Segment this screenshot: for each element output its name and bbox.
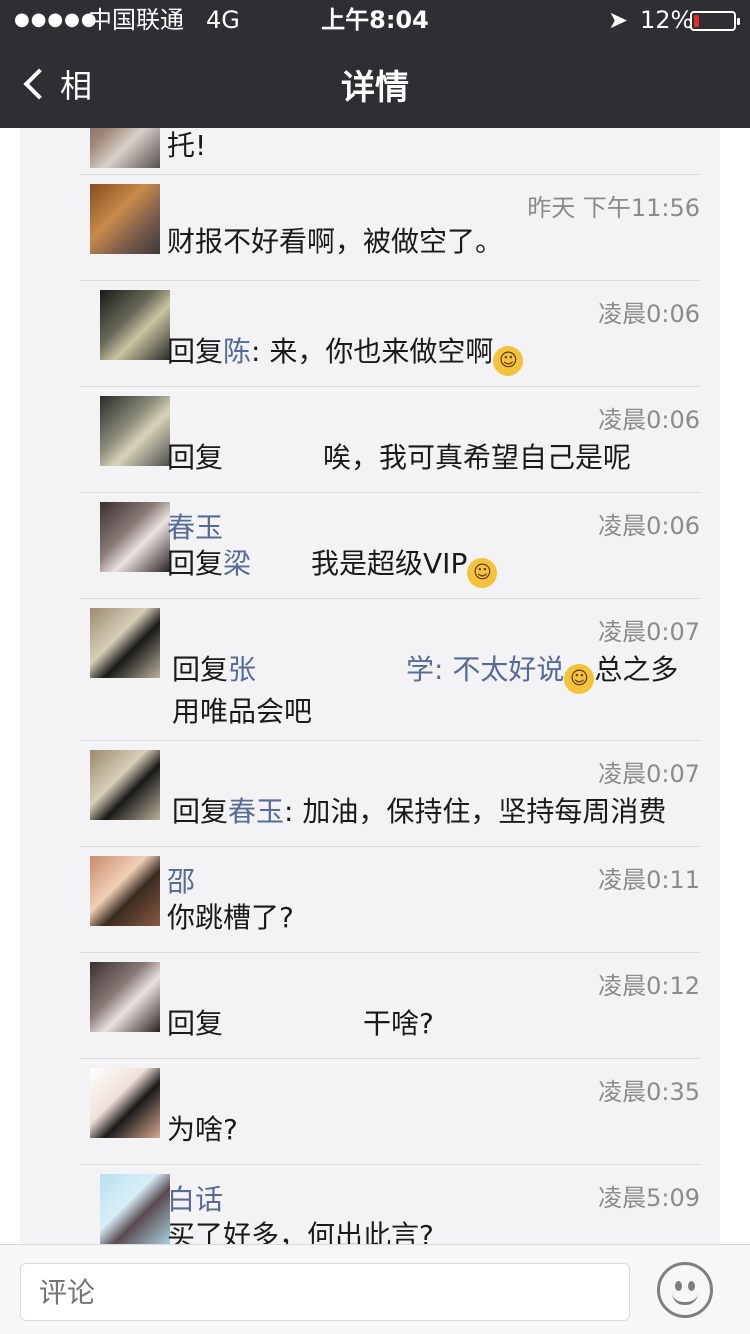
commenter-name[interactable]: 春玉 (167, 506, 223, 546)
avatar[interactable] (100, 1174, 170, 1244)
comment-item[interactable]: 昨天 下午11:56 财报不好看啊，被做空了。 (20, 174, 720, 280)
reply-body: : 加油，保持住，坚持每周消费 (284, 795, 667, 828)
reply-body: 我是超级VIP (311, 547, 468, 580)
battery-percent: 12% (640, 6, 694, 34)
reply-target[interactable]: 春玉 (228, 795, 284, 828)
comment-text: 回复张 学: 不太好说 ☺ 总之多用唯品会吧 (172, 652, 712, 730)
comment-item[interactable]: 凌晨0:07 回复春玉: 加油，保持住，坚持每周消费 (20, 740, 720, 846)
laughing-crying-face-icon: ☺ (564, 664, 595, 694)
blushing-face-icon: ☺ (467, 558, 498, 588)
comment-time: 凌晨0:07 (598, 618, 700, 646)
comment-time: 昨天 下午11:56 (527, 194, 700, 222)
comment-time: 凌晨0:06 (598, 512, 700, 540)
reply-prefix: 回复 (167, 335, 224, 368)
comment-item[interactable]: 凌晨0:12 回复 干啥? (20, 952, 720, 1058)
commenter-name[interactable]: 邵 (167, 860, 195, 900)
comment-list[interactable]: 托! 昨天 下午11:56 财报不好看啊，被做空了。 凌晨0:06 回复陈: 来… (20, 128, 720, 1244)
comment-item[interactable]: 凌晨0:06 回复 唉，我可真希望自己是呢 (20, 386, 720, 492)
reply-body: 学: 不太好说 (406, 653, 565, 686)
avatar[interactable] (90, 184, 160, 254)
reply-target[interactable]: 梁 (223, 547, 251, 580)
reply-body-cont: 总之多 (594, 653, 679, 686)
comment-text: 买了好多，何出此言? (167, 1219, 434, 1244)
comment-time: 凌晨0:06 (598, 300, 700, 328)
comment-text: 财报不好看啊，被做空了。 (167, 225, 504, 258)
reply-prefix: 回复 (167, 547, 224, 580)
comment-item[interactable]: 凌晨0:07 回复张 学: 不太好说 ☺ 总之多用唯品会吧 (20, 598, 720, 740)
comment-text: 回复春玉: 加油，保持住，坚持每周消费 (172, 794, 712, 830)
avatar[interactable] (90, 962, 160, 1032)
comment-time: 凌晨0:06 (598, 406, 700, 434)
reply-prefix: 回复 (167, 1007, 224, 1040)
comment-time: 凌晨0:35 (598, 1078, 700, 1106)
comment-item[interactable]: 白话 凌晨5:09 买了好多，何出此言? (20, 1164, 720, 1244)
smiley-eye-right (688, 1281, 695, 1291)
status-time: 上午8:04 (321, 6, 429, 34)
status-bar: ●●●●● 中国联通 4G 上午8:04 ➤ 12% (0, 0, 750, 40)
comment-text: 托! (167, 129, 207, 162)
comment-input[interactable] (20, 1263, 630, 1321)
reply-target[interactable]: 陈 (223, 335, 251, 368)
avatar[interactable] (90, 750, 160, 820)
reply-body-line2: 用唯品会吧 (172, 695, 313, 728)
top-bar: ●●●●● 中国联通 4G 上午8:04 ➤ 12% 相 详情 (0, 0, 750, 128)
reply-prefix: 回复 (172, 795, 229, 828)
comment-text: 回复 干啥? (167, 1006, 707, 1042)
nav-bar: 相 详情 (0, 40, 750, 128)
avatar[interactable] (100, 396, 170, 466)
comment-item[interactable]: 凌晨0:35 为啥? (20, 1058, 720, 1164)
reply-body: : 来，你也来做空啊 (251, 335, 494, 368)
smiley-eye-left (675, 1281, 682, 1291)
comment-text: 回复梁 我是超级VIP ☺ (167, 546, 707, 588)
comment-text: 为啥? (167, 1113, 238, 1146)
comment-item[interactable]: 凌晨0:06 回复陈: 来，你也来做空啊 ☺ (20, 280, 720, 386)
comment-text: 回复陈: 来，你也来做空啊 ☺ (167, 334, 707, 376)
grinning-face-icon: ☺ (493, 346, 524, 376)
avatar[interactable] (100, 290, 170, 360)
smiley-face-icon[interactable] (657, 1262, 713, 1318)
comment-text: 你跳槽了? (167, 901, 294, 934)
commenter-name[interactable]: 白话 (167, 1178, 223, 1218)
avatar[interactable] (90, 856, 160, 926)
location-arrow-icon: ➤ (608, 6, 629, 34)
comment-time: 凌晨5:09 (598, 1184, 700, 1212)
avatar[interactable] (90, 608, 160, 678)
comment-time: 凌晨0:11 (598, 866, 700, 894)
reply-body: 唉，我可真希望自己是呢 (323, 441, 632, 474)
comment-item[interactable]: 春玉 凌晨0:06 回复梁 我是超级VIP ☺ (20, 492, 720, 598)
page-title: 详情 (341, 68, 409, 108)
comment-item-partial[interactable]: 托! (20, 128, 720, 174)
smiley-mouth (672, 1293, 698, 1305)
comment-time: 凌晨0:12 (598, 972, 700, 1000)
reply-body: 干啥? (363, 1007, 434, 1040)
comment-text: 回复 唉，我可真希望自己是呢 (167, 440, 707, 476)
reply-target[interactable]: 张 (228, 653, 256, 686)
reply-prefix: 回复 (167, 441, 224, 474)
comment-time: 凌晨0:07 (598, 760, 700, 788)
comment-input-bar (0, 1244, 750, 1334)
avatar[interactable] (90, 128, 160, 168)
reply-prefix: 回复 (172, 653, 229, 686)
avatar[interactable] (100, 502, 170, 572)
battery-fill (694, 15, 699, 27)
comment-item[interactable]: 邵 凌晨0:11 你跳槽了? (20, 846, 720, 952)
battery-icon (690, 11, 740, 31)
avatar[interactable] (90, 1068, 160, 1138)
